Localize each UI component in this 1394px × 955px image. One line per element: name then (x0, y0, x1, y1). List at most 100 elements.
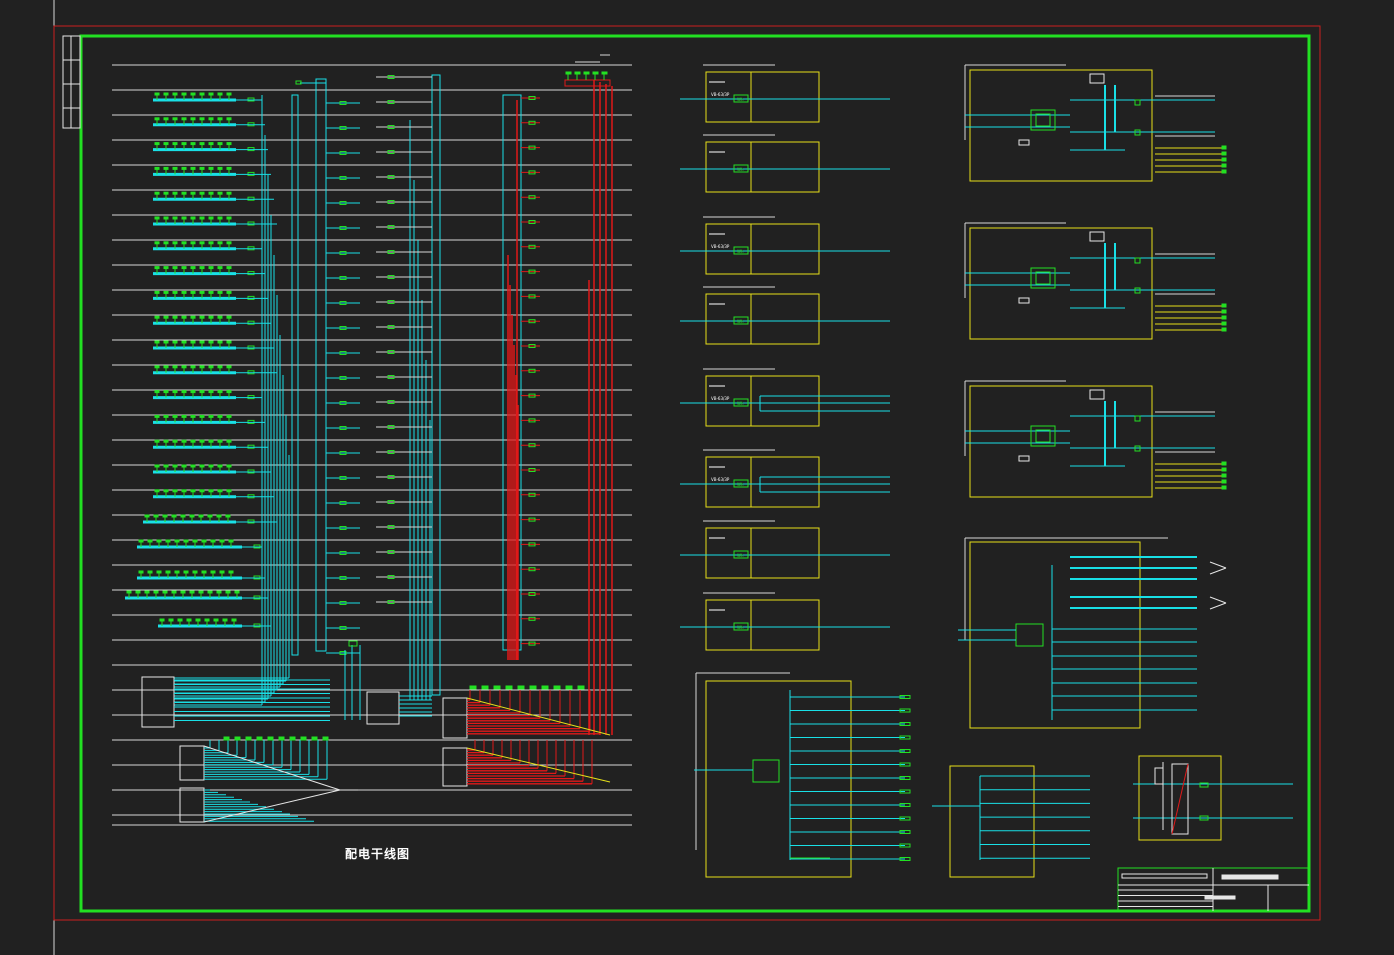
tap-breaker (199, 142, 205, 146)
tap-breaker (156, 539, 162, 543)
tap-breaker (172, 315, 178, 319)
tap-breaker (208, 266, 214, 270)
terminal (1221, 309, 1227, 314)
tap-breaker (154, 315, 160, 319)
tap-breaker (144, 514, 150, 518)
tap-breaker (154, 166, 160, 170)
terminal (1221, 467, 1227, 472)
tap-breaker (213, 618, 219, 622)
tap-breaker (181, 340, 187, 344)
tap-breaker (225, 514, 231, 518)
terminal (1221, 303, 1227, 308)
tap-breaker (208, 464, 214, 468)
tap-breaker (154, 266, 160, 270)
tap-breaker (217, 216, 223, 220)
tap-breaker (189, 590, 195, 594)
tap-breaker (172, 142, 178, 146)
tap-breaker (226, 290, 232, 294)
terminal (1221, 145, 1227, 150)
tap-breaker (181, 92, 187, 96)
tap-breaker (174, 539, 180, 543)
tap-breaker (208, 315, 214, 319)
tap-breaker (217, 117, 223, 121)
tap-breaker (216, 590, 222, 594)
tap-breaker (190, 92, 196, 96)
tap-breaker (204, 618, 210, 622)
tap-breaker (156, 570, 162, 574)
tap-breaker (138, 570, 144, 574)
tap-breaker (181, 142, 187, 146)
tap-breaker (208, 414, 214, 418)
fan-breaker (322, 736, 329, 741)
tap-breaker (228, 570, 234, 574)
tap-breaker (201, 570, 207, 574)
meter-label: Wh (737, 625, 744, 630)
tap-breaker (208, 340, 214, 344)
tap-breaker (199, 390, 205, 394)
tap-breaker (199, 216, 205, 220)
tap-breaker (190, 340, 196, 344)
tap-breaker (154, 414, 160, 418)
tap-breaker (199, 414, 205, 418)
tap-breaker (190, 216, 196, 220)
tap-breaker (163, 142, 169, 146)
fan-breaker (278, 736, 285, 741)
terminal (1221, 169, 1227, 174)
tap-breaker (190, 290, 196, 294)
tap-breaker (172, 290, 178, 294)
tap-breaker (226, 439, 232, 443)
tap-breaker (186, 618, 192, 622)
tap-breaker (163, 414, 169, 418)
tap-breaker (163, 315, 169, 319)
tap-breaker (226, 390, 232, 394)
tap-breaker (219, 570, 225, 574)
tap-breaker (163, 92, 169, 96)
tap-breaker (165, 570, 171, 574)
fan-breaker (517, 685, 525, 690)
tap-breaker (163, 216, 169, 220)
tap-breaker (226, 166, 232, 170)
tap-breaker (154, 92, 160, 96)
tap-breaker (162, 514, 168, 518)
tap-breaker (217, 142, 223, 146)
tap-breaker (217, 390, 223, 394)
tap-breaker (135, 590, 141, 594)
tap-breaker (199, 489, 205, 493)
tap-breaker (219, 539, 225, 543)
fan-breaker (577, 685, 585, 690)
tap-breaker (163, 166, 169, 170)
tap-breaker (210, 539, 216, 543)
tap-breaker (601, 71, 608, 75)
tap-breaker (199, 92, 205, 96)
tap-breaker (226, 365, 232, 369)
tap-breaker (199, 241, 205, 245)
tap-breaker (190, 191, 196, 195)
terminal (1221, 327, 1227, 332)
tap-breaker (172, 365, 178, 369)
tap-breaker (181, 117, 187, 121)
fan-breaker (311, 736, 318, 741)
tap-breaker (207, 590, 213, 594)
tap-breaker (217, 191, 223, 195)
tap-breaker (163, 191, 169, 195)
fan-breaker (481, 685, 489, 690)
tap-breaker (181, 216, 187, 220)
fan-breaker (267, 736, 274, 741)
tap-breaker (181, 390, 187, 394)
breaker-code: VB-63/3P (711, 244, 730, 249)
tap-breaker (162, 590, 168, 594)
tap-breaker (181, 489, 187, 493)
tap-breaker (190, 166, 196, 170)
tap-breaker (226, 266, 232, 270)
fan-breaker (565, 685, 573, 690)
tap-breaker (171, 590, 177, 594)
tap-breaker (190, 464, 196, 468)
tap-breaker (154, 290, 160, 294)
fan-breaker (469, 685, 477, 690)
tap-breaker (154, 489, 160, 493)
tap-breaker (172, 117, 178, 121)
drawing-name-block (1204, 895, 1236, 900)
tap-breaker (126, 590, 132, 594)
fan-breaker (505, 685, 513, 690)
tap-breaker (172, 340, 178, 344)
